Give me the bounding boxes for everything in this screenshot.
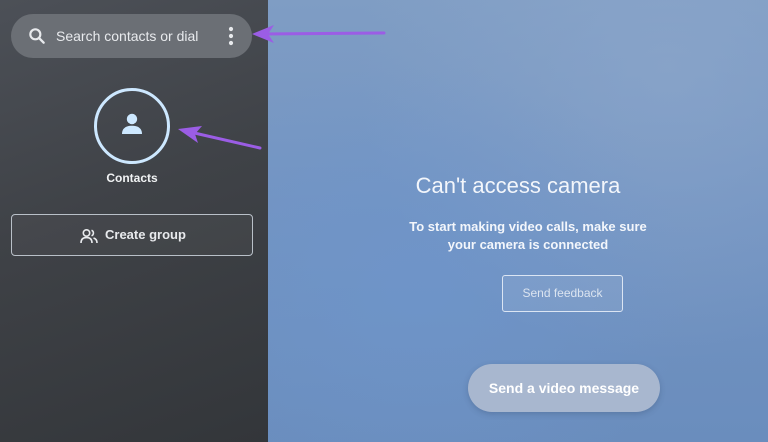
group-icon (80, 228, 98, 244)
person-icon (122, 113, 142, 134)
create-group-button[interactable]: Create group (11, 214, 253, 256)
send-video-message-button[interactable]: Send a video message (468, 364, 660, 412)
create-group-label: Create group (105, 227, 186, 242)
annotation-arrow-contacts (178, 126, 262, 150)
search-icon (29, 28, 45, 44)
sidebar: Search contacts or dial Contacts Create … (0, 0, 268, 442)
contacts-label: Contacts (106, 171, 158, 185)
annotation-arrow-search (252, 25, 386, 43)
main-panel: Can't access camera To start making vide… (268, 0, 768, 442)
search-input[interactable]: Search contacts or dial (56, 27, 198, 45)
more-vert-icon[interactable] (222, 24, 240, 48)
search-bar[interactable]: Search contacts or dial (11, 14, 252, 58)
camera-error-message: To start making video calls, make sure y… (409, 219, 647, 252)
app-window: Search contacts or dial Contacts Create … (0, 0, 768, 442)
contacts-button[interactable] (94, 88, 170, 164)
send-feedback-button[interactable]: Send feedback (502, 275, 623, 312)
camera-error-title: Can't access camera (415, 173, 621, 198)
